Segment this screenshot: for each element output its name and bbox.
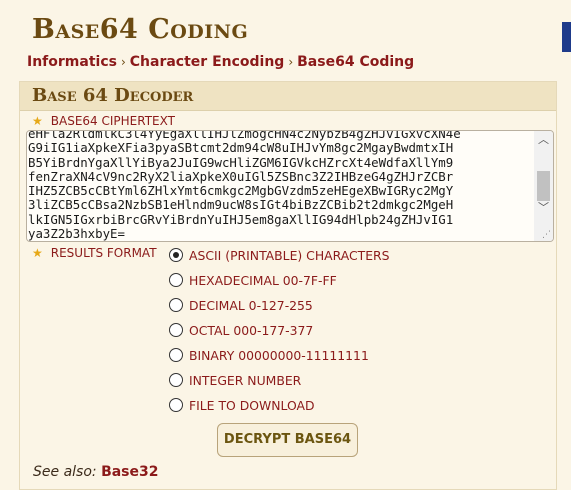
format-option-label: DECIMAL 0-127-255	[189, 297, 313, 313]
breadcrumb: Informatics › Character Encoding › Base64 Co…	[27, 54, 414, 70]
radio-button[interactable]	[169, 298, 183, 312]
radio-button[interactable]	[169, 348, 183, 362]
ciphertext-line: G9iIG1iaXpkeXFia3pyaSBtcmt2dm94cW8uIHJvY…	[28, 140, 454, 156]
ciphertext-textarea[interactable]: eHFla2RldmlkC3l4YyEgaXllIHJlZmogcHN4c2Ny…	[26, 130, 554, 242]
ciphertext-content: eHFla2RldmlkC3l4YyEgaXllIHJlZmogcHN4c2Ny…	[28, 131, 528, 242]
breadcrumb-separator: ›	[288, 55, 294, 69]
radio-button[interactable]	[169, 323, 183, 337]
scroll-up-arrow-icon[interactable]: ︿	[534, 131, 553, 148]
radio-button[interactable]	[169, 273, 183, 287]
format-option-label: FILE TO DOWNLOAD	[189, 397, 315, 413]
format-option-label: ASCII (PRINTABLE) CHARACTERS	[189, 247, 390, 263]
base32-link[interactable]: Base32	[101, 464, 158, 480]
textarea-scrollbar[interactable]: ︿ ﹀	[534, 131, 553, 241]
ciphertext-line: lkIGN5IGxrbiBrcGRvYiBrdnYuIHJ5em8gaXllIG…	[28, 211, 454, 227]
breadcrumb-character-encoding[interactable]: Character Encoding	[130, 54, 285, 70]
decoder-panel: Base 64 Decoder ★ BASE64 CIPHERTEXT eHFla…	[19, 81, 557, 490]
decrypt-button[interactable]: DECRYPT BASE64	[217, 423, 358, 457]
radio-button[interactable]	[169, 398, 183, 412]
ciphertext-line: B5YiBrdnYgaXllYiBya2JuIG9wcHliZGM6IGVkcH…	[28, 154, 454, 170]
format-option[interactable]: FILE TO DOWNLOAD	[169, 395, 315, 415]
scroll-thumb[interactable]	[537, 171, 550, 201]
format-option-label: INTEGER NUMBER	[189, 372, 302, 388]
star-icon: ★	[32, 246, 43, 260]
panel-header: Base 64 Decoder	[20, 82, 556, 111]
breadcrumb-base64-coding[interactable]: Base64 Coding	[297, 54, 414, 70]
format-option-label: HEXADECIMAL 00-7F-FF	[189, 272, 337, 288]
results-format-label: ★ RESULTS FORMAT	[32, 246, 157, 260]
ciphertext-line: fenZraXN4cV9nc2RyX2liaXpkeX0uIGl5ZSBnc3Z…	[28, 168, 454, 184]
panel-title: Base 64 Decoder	[32, 85, 194, 106]
see-also: See also: Base32	[33, 464, 159, 480]
scroll-down-arrow-icon[interactable]: ﹀	[534, 199, 553, 216]
breadcrumb-separator: ›	[120, 55, 126, 69]
ciphertext-label: ★ BASE64 CIPHERTEXT	[32, 114, 175, 128]
ciphertext-line: 3liZCB5cCBsa2NzbSB1eHlndm9ucW8sIGt4biBzZ…	[28, 197, 454, 213]
format-option[interactable]: BINARY 00000000-11111111	[169, 345, 369, 365]
format-option[interactable]: HEXADECIMAL 00-7F-FF	[169, 270, 337, 290]
side-strip	[562, 22, 571, 52]
format-option-label: BINARY 00000000-11111111	[189, 347, 369, 363]
radio-button[interactable]	[169, 248, 183, 262]
ciphertext-line: IHZ5ZCB5cCBtYml6ZHlxYmt6cmkgc2MgbGVzdm5z…	[28, 183, 454, 199]
ciphertext-line: ya3Z2b3hxbyE=	[28, 226, 125, 242]
format-option[interactable]: DECIMAL 0-127-255	[169, 295, 313, 315]
format-option[interactable]: OCTAL 000-177-377	[169, 320, 313, 340]
format-option[interactable]: ASCII (PRINTABLE) CHARACTERS	[169, 245, 390, 265]
format-option-label: OCTAL 000-177-377	[189, 322, 314, 338]
resize-grip-icon[interactable]: ⋰	[542, 230, 551, 240]
radio-button[interactable]	[169, 373, 183, 387]
star-icon: ★	[32, 114, 43, 128]
breadcrumb-informatics[interactable]: Informatics	[27, 54, 117, 70]
page-title: Base64 Coding	[32, 14, 249, 45]
format-option[interactable]: INTEGER NUMBER	[169, 370, 301, 390]
